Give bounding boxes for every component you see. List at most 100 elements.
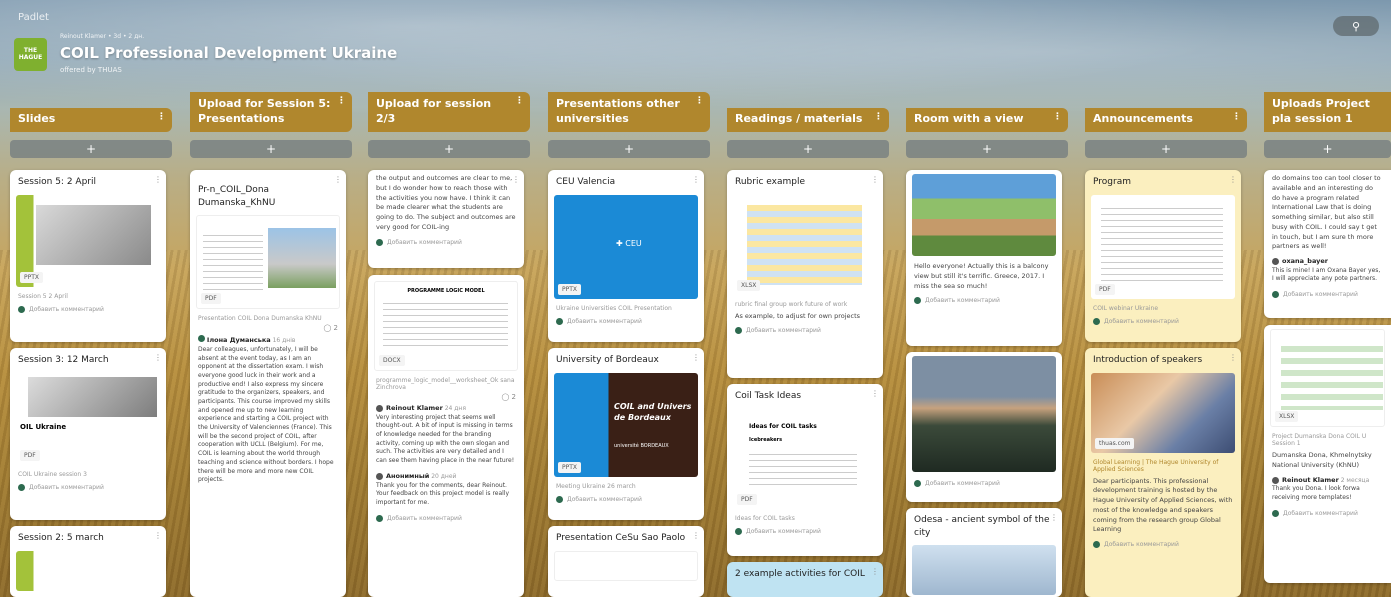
add-post-button[interactable]: + (368, 140, 530, 158)
post-card[interactable]: XLSX Project Dumanska Dona COIL U Sessio… (1264, 325, 1391, 583)
column-header[interactable]: Announcements ⋮ (1085, 108, 1247, 132)
column-menu-icon[interactable]: ⋮ (695, 96, 704, 108)
add-post-button[interactable]: + (10, 140, 172, 158)
post-card[interactable]: ⋮ Rubric example XLSX rubric final group… (727, 170, 883, 378)
post-card[interactable]: ⋮ University of Bordeaux COIL and Univer… (548, 348, 704, 520)
post-menu-icon[interactable]: ⋮ (512, 175, 520, 184)
add-post-button[interactable]: + (190, 140, 352, 158)
attachment-preview[interactable]: PROGRAMME LOGIC MODEL DOCX (374, 281, 518, 371)
link-title[interactable]: Global Learning | The Hague University o… (1085, 457, 1241, 475)
column-menu-icon[interactable]: ⋮ (515, 96, 524, 108)
post-card[interactable]: ⋮ Introduction of speakers thuas.com Glo… (1085, 348, 1241, 597)
doc-title: Ideas for COIL tasks (749, 422, 817, 430)
add-comment[interactable]: Добавить комментарий (548, 314, 704, 329)
add-comment[interactable]: Добавить комментарий (368, 235, 524, 250)
post-menu-icon[interactable]: ⋮ (334, 175, 342, 184)
add-comment[interactable]: Добавить комментарий (906, 476, 1062, 491)
add-post-button[interactable]: + (906, 140, 1068, 158)
attachment-preview[interactable]: PDF (196, 215, 340, 310)
attachment-preview[interactable] (16, 550, 160, 591)
post-title: Session 2: 5 march (18, 533, 104, 543)
post-menu-icon[interactable]: ⋮ (1229, 353, 1237, 362)
add-comment[interactable]: Добавить комментарий (10, 480, 166, 495)
column-header[interactable]: Upload for session 2/3 ⋮ (368, 92, 530, 132)
comment-count[interactable]: ◯ 2 (368, 393, 524, 401)
post-menu-icon[interactable]: ⋮ (154, 531, 162, 540)
add-comment[interactable]: Добавить комментарий (1264, 506, 1391, 521)
post-card[interactable]: ⋮ Session 2: 5 march (10, 526, 166, 597)
post-card[interactable]: ⋮ Session 3: 12 March OIL Ukraine PDF CO… (10, 348, 166, 520)
file-type-badge: PDF (20, 449, 40, 461)
add-post-button[interactable]: + (548, 140, 710, 158)
column-header[interactable]: Room with a view ⋮ (906, 108, 1068, 132)
add-comment[interactable]: Добавить комментарий (1085, 537, 1241, 552)
search-button[interactable]: ⚲ (1333, 16, 1379, 36)
link-preview-image[interactable]: thuas.com (1091, 372, 1235, 453)
user-avatar (198, 335, 205, 343)
app-brand[interactable]: Padlet (18, 12, 49, 23)
add-comment[interactable]: Добавить комментарий (1264, 287, 1391, 302)
post-card[interactable]: ⋮ PROGRAMME LOGIC MODEL DOCX programme_l… (368, 275, 524, 597)
post-menu-icon[interactable]: ⋮ (871, 389, 879, 398)
post-menu-icon[interactable]: ⋮ (692, 353, 700, 362)
add-comment[interactable]: Добавить комментарий (727, 323, 883, 338)
post-card[interactable]: ⋮ Session 5: 2 April PPTX Session 5 2 Ap… (10, 170, 166, 342)
column-menu-icon[interactable]: ⋮ (1053, 112, 1062, 124)
post-menu-icon[interactable]: ⋮ (871, 567, 879, 576)
post-card[interactable]: ⋮ Добавить комментарий (906, 352, 1062, 502)
balcony-photo[interactable] (912, 174, 1056, 256)
attachment-preview[interactable]: COIL and Univers de Bordeaux université … (554, 372, 698, 477)
attachment-preview[interactable]: XLSX (733, 194, 877, 295)
column-header[interactable]: Presentations other universities ⋮ (548, 92, 710, 132)
add-post-button[interactable]: + (1085, 140, 1247, 158)
post-card[interactable]: ⋮ Presentation CeSu Sao Paolo (548, 526, 704, 597)
attachment-preview[interactable]: OIL Ukraine PDF (16, 372, 160, 465)
column-header[interactable]: Uploads Project pla session 1 (1264, 92, 1391, 132)
attachment-preview[interactable]: XLSX (1270, 329, 1385, 427)
post-card[interactable]: ⋮ Coil Task Ideas Ideas for COIL tasks I… (727, 384, 883, 556)
column-menu-icon[interactable]: ⋮ (874, 112, 883, 124)
column-header[interactable]: Upload for Session 5: Presentations ⋮ (190, 92, 352, 132)
post-menu-icon[interactable]: ⋮ (692, 175, 700, 184)
column-menu-icon[interactable]: ⋮ (157, 112, 166, 124)
post-card[interactable]: ⋮ CEU Valencia ✚ CEU PPTX Ukraine Univer… (548, 170, 704, 342)
post-menu-icon[interactable]: ⋮ (871, 175, 879, 184)
attachment-preview[interactable]: Ideas for COIL tasks Icebreakers PDF (733, 408, 877, 509)
attachment-preview[interactable]: PPTX (16, 194, 160, 287)
post-menu-icon[interactable]: ⋮ (1050, 513, 1058, 522)
post-card[interactable]: ⋮ 2 example activities for COIL (727, 562, 883, 597)
add-post-button[interactable]: + (1264, 140, 1391, 158)
post-card[interactable]: ⋮ Program PDF COIL webinar Ukraine Добав… (1085, 170, 1241, 342)
lighthouse-photo[interactable] (912, 545, 1056, 596)
add-post-button[interactable]: + (727, 140, 889, 158)
post-card[interactable]: ⋮ the output and outcomes are clear to m… (368, 170, 524, 268)
post-menu-icon[interactable]: ⋮ (692, 531, 700, 540)
user-avatar (735, 327, 742, 335)
attachment-preview[interactable]: PDF (1091, 194, 1235, 299)
post-card[interactable]: ⋮ Hello everyone! Actually this is a bal… (906, 170, 1062, 346)
add-comment[interactable]: Добавить комментарий (906, 293, 1062, 308)
add-comment[interactable]: Добавить комментарий (368, 511, 524, 526)
post-title: Pr-n_COIL_Dona Dumanska_KhNU (198, 185, 276, 208)
comment-count[interactable]: ◯ 2 (190, 324, 346, 332)
column-menu-icon[interactable]: ⋮ (337, 96, 346, 108)
attachment-preview[interactable]: ✚ CEU PPTX (554, 194, 698, 299)
add-comment[interactable]: Добавить комментарий (10, 302, 166, 317)
post-menu-icon[interactable]: ⋮ (154, 175, 162, 184)
comment-text: Thank you Dona. I look forwa receiving m… (1272, 485, 1360, 501)
post-menu-icon[interactable]: ⋮ (154, 353, 162, 362)
column-header[interactable]: Readings / materials ⋮ (727, 108, 889, 132)
add-comment[interactable]: Добавить комментарий (548, 492, 704, 507)
column-menu-icon[interactable]: ⋮ (1232, 112, 1241, 124)
post-card[interactable]: ⋮ Odesa - ancient symbol of the city (906, 508, 1062, 597)
post-card[interactable]: do domains too can tool closer to availa… (1264, 170, 1391, 318)
attachment-caption: Ukraine Universities COIL Presentation (556, 304, 672, 312)
comment-time: 2 месяца (1340, 476, 1370, 484)
attachment-preview[interactable] (554, 550, 698, 581)
add-comment[interactable]: Добавить комментарий (1085, 314, 1241, 329)
add-comment[interactable]: Добавить комментарий (727, 524, 883, 539)
post-menu-icon[interactable]: ⋮ (1229, 175, 1237, 184)
sunset-photo[interactable] (912, 356, 1056, 472)
post-card[interactable]: ⋮ Pr-n_COIL_Dona Dumanska_KhNU PDF Prese… (190, 170, 346, 597)
column-header[interactable]: Slides ⋮ (10, 108, 172, 132)
